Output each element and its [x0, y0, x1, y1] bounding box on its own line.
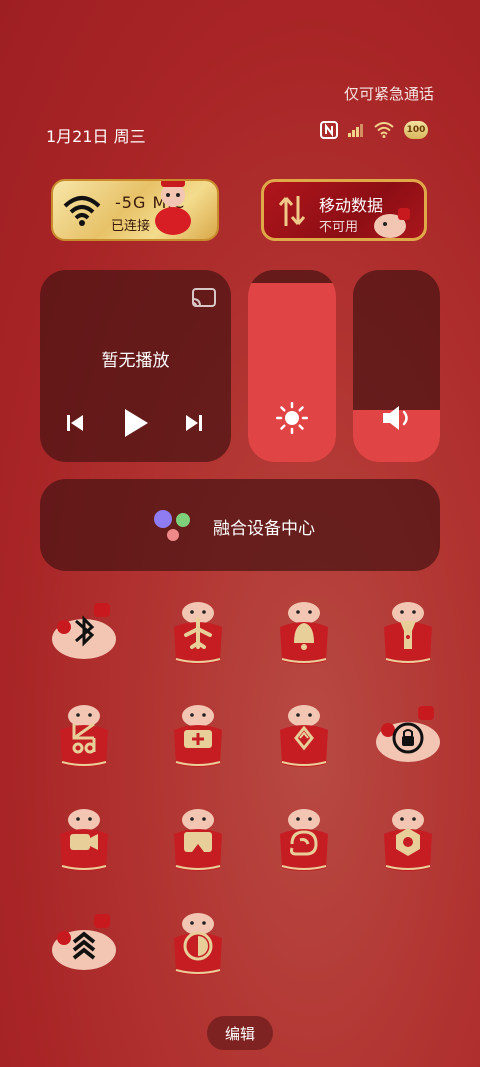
- edit-button[interactable]: 编辑: [207, 1016, 273, 1050]
- sun-icon: [276, 402, 308, 434]
- play-icon[interactable]: [122, 407, 150, 439]
- performance-icon: [52, 914, 116, 970]
- cast-icon[interactable]: [191, 287, 217, 309]
- nfc-icon: [280, 705, 328, 767]
- toggle-screenshot[interactable]: [46, 700, 122, 770]
- device-center-icon: [154, 510, 190, 541]
- brightness-level-fill: [248, 283, 336, 462]
- airplane-icon: [174, 602, 222, 664]
- device-center-label: 融合设备中心: [213, 519, 315, 539]
- media-title: 暂无播放: [101, 351, 170, 371]
- rotation-lock-icon: [376, 706, 440, 762]
- next-icon[interactable]: [184, 413, 204, 433]
- volume-slider[interactable]: [353, 270, 440, 462]
- mobile-data-tile[interactable]: 移动数据 不可用: [261, 179, 427, 241]
- screen-cast-icon: [174, 809, 222, 871]
- emergency-call-text: 仅可紧急通话: [343, 85, 434, 103]
- toggle-screen-cast[interactable]: [160, 804, 236, 874]
- ox-mascot-icon: [155, 181, 191, 235]
- toggle-rotation-lock[interactable]: [370, 700, 446, 770]
- screen-record-icon: [60, 809, 108, 871]
- status-bar-icons: 100: [320, 121, 428, 139]
- media-player-card[interactable]: 暂无播放: [40, 270, 231, 462]
- toggle-bluetooth[interactable]: [46, 597, 122, 667]
- toggle-screen-record[interactable]: [46, 804, 122, 874]
- bluetooth-icon: [52, 603, 116, 659]
- signal-icon: [348, 124, 363, 137]
- toggle-dark-mode[interactable]: [160, 908, 236, 978]
- ox-mascot-icon: [374, 208, 410, 238]
- toggle-battery-saver[interactable]: [160, 700, 236, 770]
- toggle-airplane[interactable]: [160, 597, 236, 667]
- device-center-card[interactable]: 融合设备中心: [40, 479, 440, 571]
- brightness-slider[interactable]: [248, 270, 336, 462]
- toggle-bell[interactable]: [266, 597, 342, 667]
- toggle-settings[interactable]: [370, 804, 446, 874]
- nfc-status-icon: [320, 121, 338, 139]
- battery-icon: 100: [404, 121, 428, 139]
- mobile-data-icon: [278, 196, 306, 226]
- wifi-status: 已连接: [111, 219, 151, 234]
- wifi-status-icon: [374, 122, 394, 138]
- battery-saver-icon: [174, 705, 222, 767]
- toggle-hotspot[interactable]: [266, 804, 342, 874]
- bell-icon: [280, 602, 328, 664]
- speaker-icon: [383, 406, 408, 430]
- previous-icon[interactable]: [65, 413, 85, 433]
- dark-mode-icon: [174, 913, 222, 975]
- screenshot-icon: [60, 705, 108, 767]
- settings-icon: [384, 809, 432, 871]
- toggle-nfc[interactable]: [266, 700, 342, 770]
- flashlight-icon: [384, 602, 432, 664]
- toggle-performance[interactable]: [46, 908, 122, 978]
- wifi-icon: [63, 196, 101, 226]
- mobile-data-status: 不可用: [319, 220, 359, 235]
- hotspot-icon: [280, 809, 328, 871]
- date-text: 1月21日 周三: [46, 127, 146, 146]
- toggle-flashlight[interactable]: [370, 597, 446, 667]
- wifi-tile[interactable]: -5G MIC 已连接: [51, 179, 219, 241]
